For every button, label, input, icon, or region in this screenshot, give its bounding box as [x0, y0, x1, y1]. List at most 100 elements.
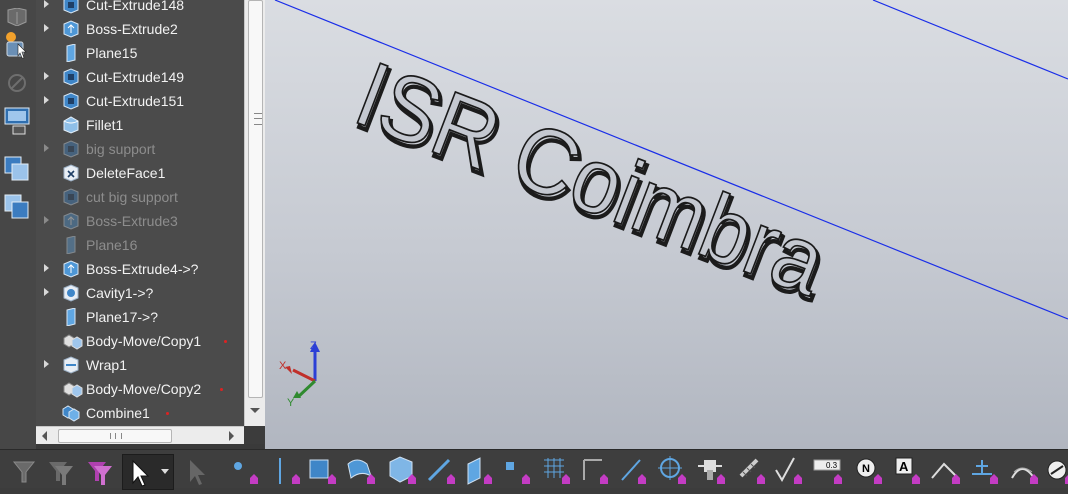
- cut-extrude-icon: [62, 68, 80, 86]
- tree-vertical-scrollbar[interactable]: [244, 0, 265, 426]
- cut-extrude-icon: [62, 140, 80, 158]
- tree-item[interactable]: cut big support: [36, 185, 244, 209]
- triad-x-label: X: [279, 360, 287, 372]
- scroll-down-arrow-icon[interactable]: [250, 408, 260, 413]
- edit-appearance-icon[interactable]: [0, 66, 34, 100]
- display-pane-icon[interactable]: [0, 104, 34, 138]
- tree-item-label: Wrap1: [86, 357, 127, 373]
- plane-icon: [62, 307, 80, 327]
- grid-icon[interactable]: [540, 454, 572, 488]
- filter-selection-icon[interactable]: [84, 454, 116, 488]
- tree-item[interactable]: DeleteFace1: [36, 161, 244, 185]
- edge-icon[interactable]: [425, 454, 457, 488]
- expand-arrow-icon[interactable]: [44, 264, 49, 272]
- tree-horizontal-scrollbar[interactable]: [36, 426, 244, 445]
- tree-item[interactable]: Plane15: [36, 41, 244, 65]
- rebuild-marker-icon: [224, 340, 227, 343]
- surface-finish-icon[interactable]: [772, 454, 804, 488]
- dimension-icon[interactable]: [695, 454, 727, 488]
- datum-target-icon[interactable]: [968, 454, 1000, 488]
- expand-arrow-icon[interactable]: [44, 360, 49, 368]
- plane-icon: [62, 235, 80, 255]
- svg-text:0.3: 0.3: [826, 461, 838, 470]
- sketch-line: [872, 0, 1068, 80]
- tree-item-label: Boss-Extrude2: [86, 21, 178, 37]
- dimension-value-icon[interactable]: 0.3: [812, 454, 844, 488]
- face-icon[interactable]: [306, 454, 338, 488]
- tree-item[interactable]: Cut-Extrude148: [36, 0, 244, 17]
- plane-filter-icon[interactable]: [462, 454, 494, 488]
- tree-item[interactable]: Boss-Extrude2: [36, 17, 244, 41]
- graphics-viewport[interactable]: ISR Coimbra ISR Coimbra Z X Y: [265, 0, 1068, 449]
- expand-arrow-icon[interactable]: [44, 96, 49, 104]
- triad-y-label: Y: [287, 397, 295, 409]
- horizontal-scroll-thumb[interactable]: [58, 429, 172, 443]
- combine-icon: [62, 404, 80, 422]
- axis-line-icon[interactable]: [270, 454, 302, 488]
- cosmetic-thread-icon[interactable]: [735, 454, 767, 488]
- tree-item[interactable]: Fillet1: [36, 113, 244, 137]
- select-arrow-icon[interactable]: [122, 454, 174, 490]
- tree-item[interactable]: big support: [36, 137, 244, 161]
- tree-item[interactable]: Boss-Extrude4->?: [36, 257, 244, 281]
- tree-item[interactable]: Plane17->?: [36, 305, 244, 329]
- engraved-text-model[interactable]: ISR Coimbra ISR Coimbra: [342, 41, 843, 321]
- delete-face-icon: [62, 164, 80, 182]
- engraved-text: ISR Coimbra: [343, 42, 840, 315]
- point-icon[interactable]: [228, 454, 260, 488]
- expand-arrow-icon[interactable]: [44, 72, 49, 80]
- tree-item[interactable]: Body-Move/Copy1: [36, 329, 244, 353]
- surface-icon[interactable]: [345, 454, 377, 488]
- tree-item-label: Body-Move/Copy1: [86, 333, 202, 349]
- tree-item-label: Cut-Extrude151: [86, 93, 185, 109]
- rebuild-marker-icon: [166, 412, 169, 415]
- tree-item[interactable]: Combine1: [36, 401, 244, 425]
- geometric-tolerance-icon[interactable]: [930, 454, 962, 488]
- datum-feature-icon[interactable]: A: [890, 454, 922, 488]
- expand-arrow-icon[interactable]: [44, 24, 49, 32]
- scroll-left-arrow-icon[interactable]: [42, 431, 47, 441]
- tree-item-label: Boss-Extrude3: [86, 213, 178, 229]
- corner-icon[interactable]: [578, 454, 610, 488]
- scroll-right-arrow-icon[interactable]: [229, 431, 234, 441]
- sketch-segment-icon[interactable]: [616, 454, 648, 488]
- tree-item[interactable]: Cut-Extrude149: [36, 65, 244, 89]
- filter-toggle-icon[interactable]: [45, 454, 77, 488]
- tree-item-label: big support: [86, 141, 156, 157]
- expand-arrow-icon[interactable]: [44, 0, 49, 8]
- weld-symbol-icon[interactable]: [1008, 454, 1040, 488]
- solid-body-icon[interactable]: [386, 454, 418, 488]
- tree-item[interactable]: Wrap1: [36, 353, 244, 377]
- vertex-icon[interactable]: [500, 454, 532, 488]
- expand-arrow-icon[interactable]: [44, 288, 49, 296]
- body-move-icon: [62, 332, 83, 350]
- expand-arrow-icon[interactable]: [44, 144, 49, 152]
- paste-window-icon[interactable]: [0, 190, 34, 224]
- center-mark-icon[interactable]: [656, 454, 688, 488]
- tree-item-label: Plane15: [86, 45, 138, 61]
- copy-window-icon[interactable]: [0, 152, 34, 186]
- vertical-scroll-thumb[interactable]: [248, 0, 263, 398]
- svg-text:N: N: [862, 463, 870, 475]
- select-other-icon[interactable]: [180, 454, 212, 488]
- boss-extrude-icon: [62, 212, 80, 230]
- appearance-icon[interactable]: [0, 28, 34, 62]
- filter-icon[interactable]: [10, 454, 42, 488]
- rebuild-marker-icon: [220, 388, 223, 391]
- tree-item[interactable]: Boss-Extrude3: [36, 209, 244, 233]
- wrap-icon: [62, 356, 80, 374]
- selection-filter-toolbar: 0.3 N A: [0, 449, 1068, 490]
- weld-bead-icon[interactable]: [1043, 454, 1068, 488]
- cut-extrude-icon: [62, 0, 80, 14]
- plane-icon: [62, 43, 80, 63]
- tree-item[interactable]: Body-Move/Copy2: [36, 377, 244, 401]
- expand-arrow-icon[interactable]: [44, 216, 49, 224]
- tree-item[interactable]: Plane16: [36, 233, 244, 257]
- triad-z-label: Z: [310, 340, 317, 352]
- note-icon[interactable]: N: [852, 454, 884, 488]
- tree-item[interactable]: Cavity1->?: [36, 281, 244, 305]
- cut-extrude-icon: [62, 188, 80, 206]
- tree-item-label: Body-Move/Copy2: [86, 381, 202, 397]
- tree-item[interactable]: Cut-Extrude151: [36, 89, 244, 113]
- fillet-icon: [62, 116, 80, 134]
